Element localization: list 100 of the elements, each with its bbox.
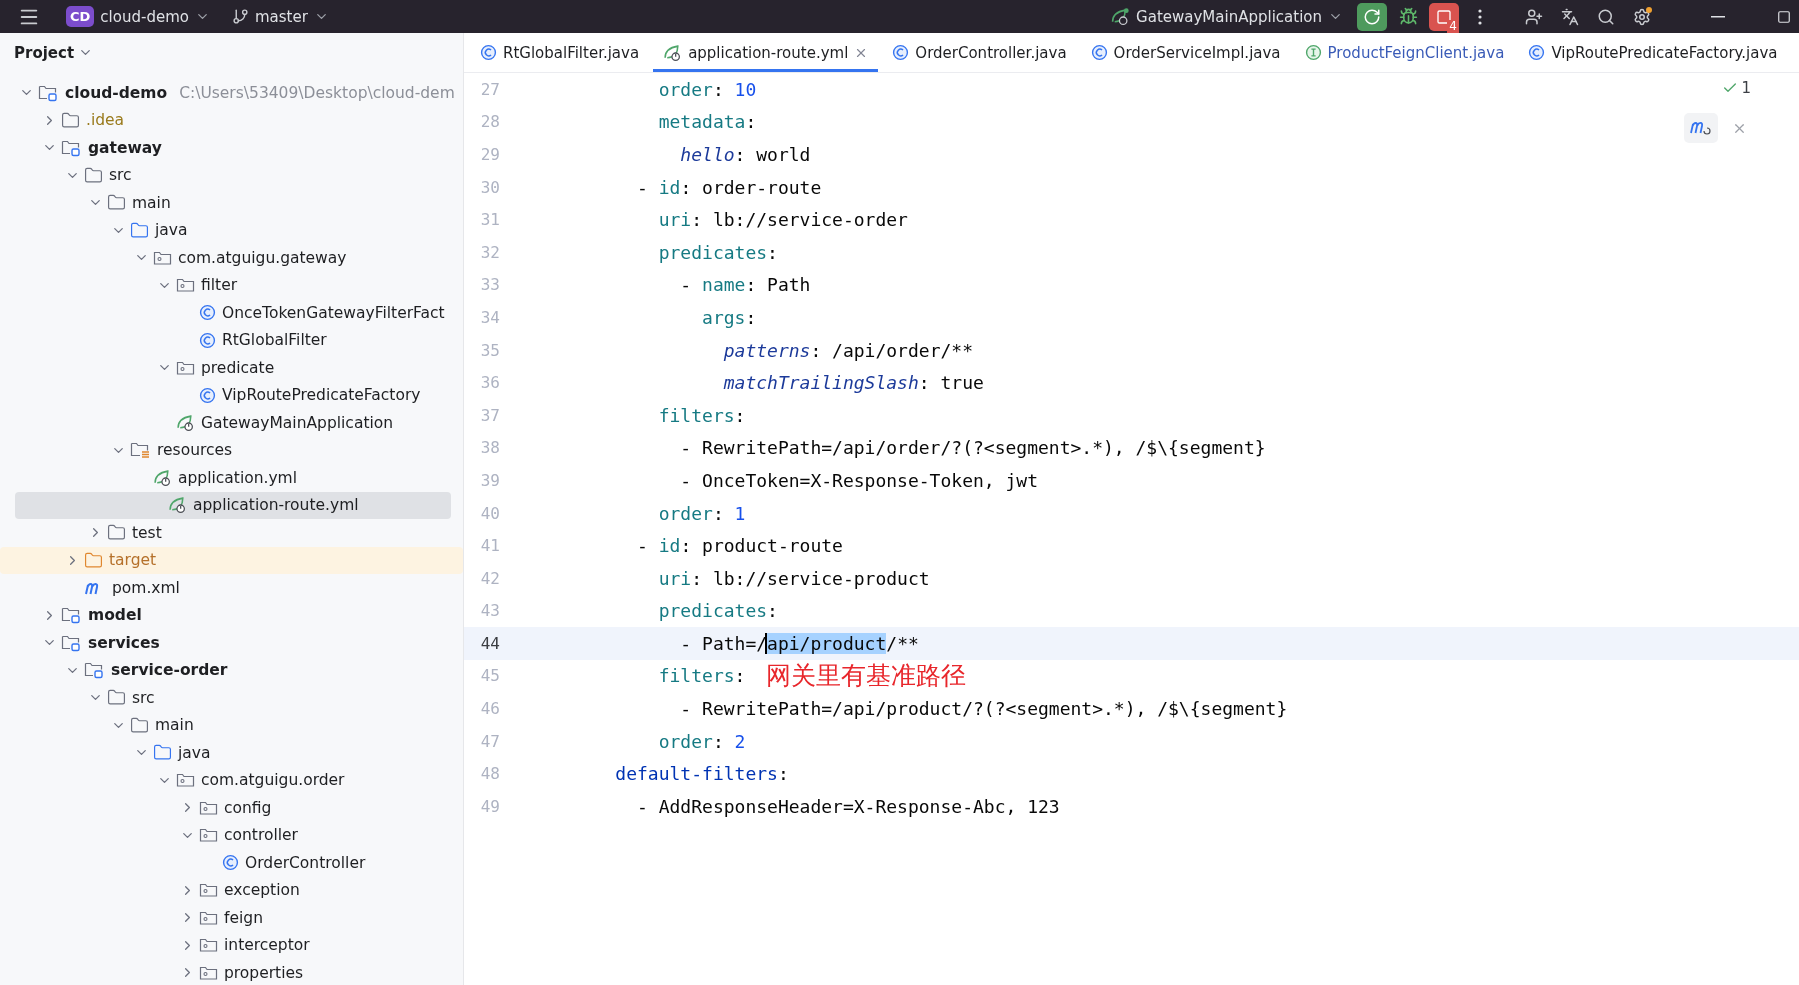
code-line: default-filters: [614,763,789,785]
tree-item[interactable]: OrderController [0,849,463,877]
tree-item[interactable]: target [0,546,463,574]
tree-item[interactable]: services [0,629,463,657]
tree-item-label: service-order [111,661,228,680]
code-line: predicates: [657,600,778,622]
bug-icon [1398,7,1418,26]
folder-icon [84,550,103,570]
tree-item[interactable]: model [0,601,463,629]
line-number: 31 [479,209,500,232]
spring-app-icon [1110,7,1131,26]
line-number: 49 [479,795,500,818]
tree-item[interactable]: gateway [0,134,463,162]
panel-title[interactable]: Project [14,43,75,62]
tree-item[interactable]: com.atguigu.gateway [0,244,463,272]
tree-item-label: OnceTokenGatewayFilterFact [222,303,445,322]
line-number: 33 [479,274,500,297]
line-number: 32 [479,241,500,264]
tree-item[interactable]: properties [0,959,463,985]
tree-item[interactable]: application-route.yml [15,491,451,519]
code-line: predicates: [657,241,778,263]
tree-item-label: config [224,798,272,817]
folder-icon [84,165,103,185]
module-folder-icon [38,83,59,102]
tree-item[interactable]: main [0,189,463,217]
inspections-widget[interactable]: 1 [1722,79,1751,97]
tree-item[interactable]: main [0,711,463,739]
tree-item[interactable]: feign [0,904,463,932]
code-line: metadata: [657,111,757,133]
maven-reload-button[interactable] [1684,113,1718,143]
class-icon [480,44,497,61]
tree-item[interactable]: service-order [0,656,463,684]
line-number: 39 [479,469,500,492]
tree-item[interactable]: resources [0,436,463,464]
module-folder-icon [84,661,105,680]
translate-icon [1561,7,1579,26]
tree-item[interactable]: java [0,739,463,767]
code-line: order: 2 [657,730,746,752]
tree-item-label: main [132,193,171,212]
tree-item[interactable]: GatewayMainApplication [0,409,463,437]
tree-item[interactable]: RtGlobalFilter [0,326,463,354]
editor-tab[interactable]: VipRoutePredicateFactory.java [1518,33,1788,72]
tree-item[interactable]: pom.xml [0,574,463,602]
branch-name: master [254,7,308,26]
tree-item[interactable]: com.atguigu.order [0,766,463,794]
tree-item[interactable]: VipRoutePredicateFactory [0,381,463,409]
editor-tab[interactable]: OrderController.java [882,33,1077,72]
resources-folder-icon [130,441,151,460]
code-line: patterns: /api/order/** [722,339,973,361]
search-icon [1597,7,1615,26]
folder-icon [130,715,149,735]
tree-item[interactable]: filter [0,271,463,299]
settings-icon [1633,7,1651,26]
line-number: 30 [479,176,500,199]
tree-item[interactable]: src [0,161,463,189]
stop-button[interactable]: 4 [1429,2,1459,31]
editor-tab[interactable]: ProductFeignClient.java [1294,33,1515,72]
annotation-text: 网关里有基准路径 [766,659,966,692]
tree-item-label: services [88,633,160,652]
package-icon [176,359,195,376]
tree-item[interactable]: cloud-demo C:\Users\53409\Desktop\cloud-dem [0,79,463,107]
tree-item-label: src [109,166,132,185]
tree-item-label: gateway [88,138,162,157]
project-switcher[interactable]: CD cloud-demo [58,2,218,31]
tree-item[interactable]: src [0,684,463,712]
editor-tab[interactable]: RtGlobalFilter.java [470,33,650,72]
tree-item[interactable]: .idea [0,106,463,134]
tree-item[interactable]: OnceTokenGatewayFilterFact [0,299,463,327]
class-icon [199,386,216,404]
tree-item[interactable]: exception [0,876,463,904]
code-line: order: 1 [657,502,746,524]
rerun-button[interactable] [1357,2,1387,31]
tree-item[interactable]: predicate [0,354,463,382]
tree-item-label: java [155,221,188,240]
line-number: 27 [479,78,500,101]
tree-item[interactable]: java [0,216,463,244]
tree-item-label: .idea [86,111,125,130]
tree-item[interactable]: controller [0,821,463,849]
class-icon [199,304,216,322]
code-line: uri: lb://service-product [657,567,930,589]
maximize-icon [1777,9,1791,24]
package-icon [176,277,195,294]
tree-item-label: application.yml [178,468,297,487]
tree-item-label: java [178,743,211,762]
branch-switcher[interactable]: master [223,2,337,31]
code-line: - id: product-route [636,535,843,557]
tree-item[interactable]: config [0,794,463,822]
tree-item-label: filter [201,276,238,295]
package-icon [199,882,218,899]
run-configuration[interactable]: GatewayMainApplication [1102,2,1351,31]
editor-tab[interactable]: application-route.yml [653,33,879,72]
code-line: - RewritePath=/api/product/?(?<segment>.*), /$\{segment} [679,698,1288,720]
tree-item[interactable]: interceptor [0,931,463,959]
tree-item-label: main [155,716,194,735]
interface-icon [1304,44,1322,61]
package-icon [199,799,218,816]
tree-item[interactable]: application.yml [0,464,463,492]
tree-item[interactable]: test [0,519,463,547]
editor-tab[interactable]: OrderServiceImpl.java [1080,33,1291,72]
folder-icon [61,110,80,130]
